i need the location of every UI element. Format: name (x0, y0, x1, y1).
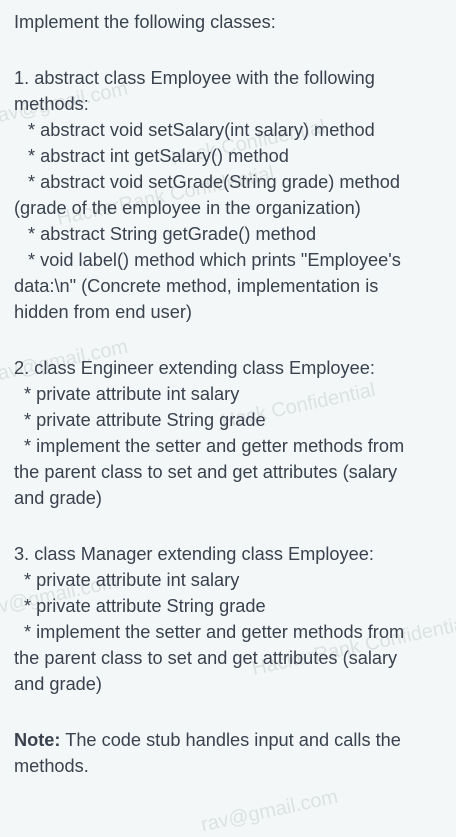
section-engineer: 2. class Engineer extending class Employ… (14, 355, 452, 511)
watermark: rav@gmail.com (199, 785, 340, 837)
bullet-item: * private attribute int salary (24, 384, 240, 404)
section-heading: 3. class Manager extending class Employe… (14, 544, 374, 564)
bullet-item: * private attribute String grade (24, 596, 266, 616)
text-line: and grade) (14, 674, 102, 694)
text-line: hidden from end user) (14, 302, 192, 322)
text-line: and grade) (14, 488, 102, 508)
bullet-item: * private attribute String grade (24, 410, 266, 430)
note-label: Note: (14, 730, 61, 750)
intro-text: Implement the following classes: (14, 12, 276, 32)
bullet-item: * abstract int getSalary() method (28, 146, 289, 166)
bullet-item: * void label() method which prints "Empl… (28, 250, 401, 270)
note-text: methods. (14, 756, 89, 776)
bullet-item: * abstract void setSalary(int salary) me… (28, 120, 375, 140)
bullet-item: * implement the setter and getter method… (24, 622, 405, 642)
bullet-item: * private attribute int salary (24, 570, 240, 590)
text-line: the parent class to set and get attribut… (14, 648, 398, 668)
text-line: methods: (14, 94, 89, 114)
note-block: Note: The code stub handles input and ca… (14, 727, 452, 779)
text-line: the parent class to set and get attribut… (14, 462, 398, 482)
section-heading: 2. class Engineer extending class Employ… (14, 358, 375, 378)
section-employee: 1. abstract class Employee with the foll… (14, 65, 452, 325)
section-manager: 3. class Manager extending class Employe… (14, 541, 452, 697)
text-line: data:\n" (Concrete method, implementatio… (14, 276, 379, 296)
section-heading: 1. abstract class Employee with the foll… (14, 68, 375, 88)
bullet-item: * abstract String getGrade() method (28, 224, 317, 244)
bullet-item: * implement the setter and getter method… (24, 436, 405, 456)
problem-statement: Implement the following classes: 1. abst… (14, 9, 452, 779)
bullet-item: * abstract void setGrade(String grade) m… (28, 172, 401, 192)
text-line: (grade of the employee in the organizati… (14, 198, 361, 218)
note-text: The code stub handles input and calls th… (60, 730, 401, 750)
